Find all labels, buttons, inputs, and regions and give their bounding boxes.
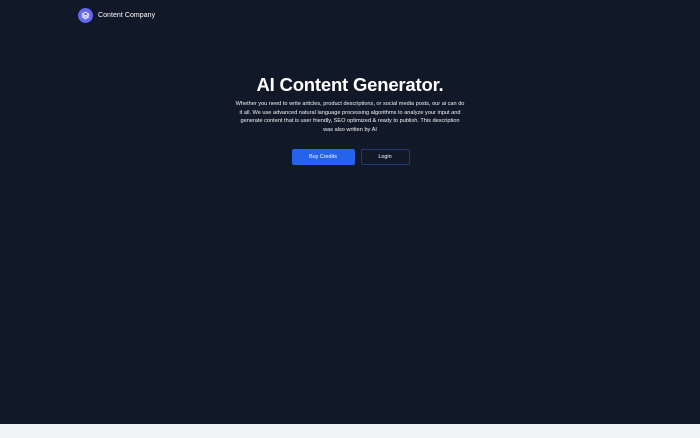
page-bottom-edge	[0, 424, 700, 438]
login-button[interactable]: Login	[360, 149, 410, 165]
page: Content Company AI Content Generator. Wh…	[0, 0, 700, 424]
layers-icon	[78, 7, 93, 23]
hero-section: AI Content Generator. Whether you need t…	[0, 74, 700, 134]
hero-actions: Buy Credits Login	[0, 149, 700, 165]
buy-credits-button[interactable]: Buy Credits	[291, 149, 355, 165]
brand-link[interactable]: Content Company	[78, 7, 155, 23]
hero-description: Whether you need to write articles, prod…	[235, 101, 465, 133]
hero-title: AI Content Generator.	[256, 74, 444, 95]
brand-name: Content Company	[98, 11, 156, 19]
